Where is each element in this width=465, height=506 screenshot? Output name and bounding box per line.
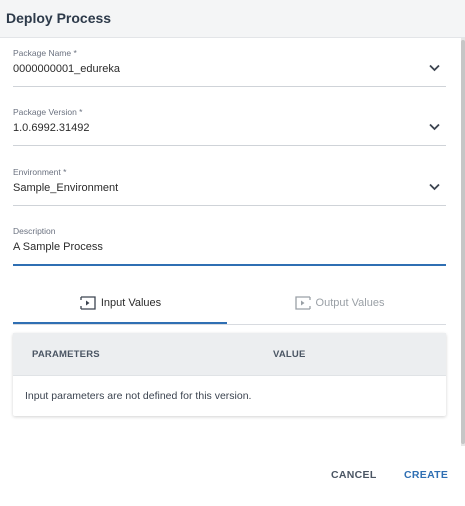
package-version-value: 1.0.6992.31492 <box>13 122 90 134</box>
description-field[interactable]: Description A Sample Process <box>13 226 446 266</box>
cancel-button[interactable]: CANCEL <box>331 469 377 481</box>
package-name-label: Package Name * <box>13 48 77 58</box>
values-tabs: Input Values Output Values <box>13 290 446 325</box>
package-name-select[interactable]: Package Name * 0000000001_edureka <box>13 48 446 87</box>
tab-input-values[interactable]: Input Values <box>13 290 227 324</box>
create-button[interactable]: CREATE <box>404 469 448 481</box>
parameters-table-header: PARAMETERS VALUE <box>13 333 446 376</box>
column-parameters: PARAMETERS <box>32 349 100 360</box>
output-values-icon <box>294 296 311 310</box>
parameters-table: PARAMETERS VALUE Input parameters are no… <box>13 333 446 416</box>
dialog-header: Deploy Process <box>0 0 465 38</box>
input-values-icon <box>80 296 96 310</box>
tab-output-values[interactable]: Output Values <box>232 290 446 324</box>
chevron-down-icon[interactable] <box>429 183 440 191</box>
description-input[interactable]: A Sample Process <box>13 241 103 253</box>
description-label: Description <box>13 226 56 236</box>
chevron-down-icon[interactable] <box>429 123 440 131</box>
package-name-value: 0000000001_edureka <box>13 63 121 75</box>
package-version-select[interactable]: Package Version * 1.0.6992.31492 <box>13 107 446 146</box>
column-value: VALUE <box>273 349 306 360</box>
chevron-down-icon[interactable] <box>429 64 440 72</box>
scrollbar-thumb[interactable] <box>461 40 465 444</box>
environment-select[interactable]: Environment * Sample_Environment <box>13 167 446 206</box>
package-version-label: Package Version * <box>13 107 83 117</box>
dialog-title: Deploy Process <box>6 10 112 26</box>
tab-input-values-label: Input Values <box>100 297 162 309</box>
environment-label: Environment * <box>13 167 67 177</box>
parameters-empty-message: Input parameters are not defined for thi… <box>25 390 252 402</box>
environment-value: Sample_Environment <box>13 182 119 194</box>
tab-output-values-label: Output Values <box>315 297 385 309</box>
